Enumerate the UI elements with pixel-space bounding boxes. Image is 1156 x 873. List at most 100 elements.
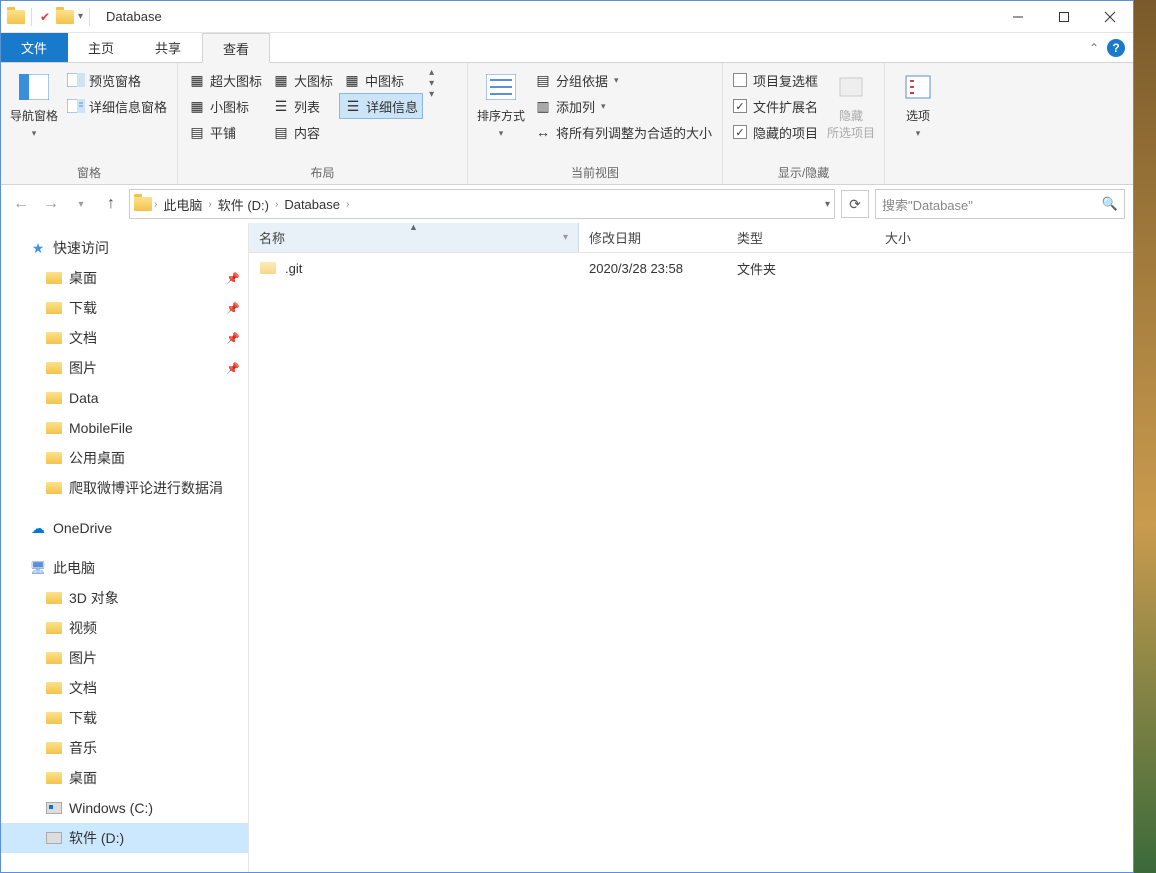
qat-dropdown[interactable]: ▾ (78, 11, 83, 22)
ribbon-group-show-hide: 项目复选框 ✓文件扩展名 ✓隐藏的项目 隐藏 所选项目 显示/隐藏 (723, 63, 885, 184)
back-button[interactable]: ← (9, 192, 33, 216)
search-icon[interactable]: 🔍 (1102, 196, 1118, 212)
drive-icon (46, 802, 62, 814)
label: 名称 (259, 228, 285, 247)
group-icon: ▤ (534, 71, 552, 89)
group-label: 当前视图 (474, 161, 716, 184)
address-dropdown-icon[interactable]: ▾ (825, 199, 830, 210)
add-columns-button[interactable]: ▥添加列▾ (530, 93, 716, 119)
layout-small-icons[interactable]: ▦小图标 (184, 93, 266, 119)
hidden-items-toggle[interactable]: ✓隐藏的项目 (729, 119, 822, 145)
folder-icon (46, 622, 62, 634)
tree-item[interactable]: 软件 (D:) (1, 823, 248, 853)
column-dropdown-icon[interactable]: ▾ (563, 232, 568, 243)
layout-expand-icon[interactable]: ▾ (429, 89, 434, 100)
details-pane-button[interactable]: 详细信息窗格 (63, 93, 171, 119)
group-label: 布局 (184, 161, 461, 184)
layout-content[interactable]: ▤内容 (268, 119, 337, 145)
layout-more-icon[interactable]: ▾ (429, 78, 434, 89)
column-type[interactable]: 类型 (727, 223, 875, 252)
tree-item[interactable]: 下载📌 (1, 293, 248, 323)
tree-item[interactable]: 爬取微博评论进行数据涓 (1, 473, 248, 503)
up-button[interactable]: ↑ (99, 192, 123, 216)
minimize-button[interactable] (995, 1, 1041, 33)
breadcrumb-item[interactable]: Database (280, 197, 344, 212)
options-button[interactable]: 选项 ▾ (891, 67, 945, 143)
tree-item[interactable]: Windows (C:) (1, 793, 248, 823)
breadcrumb-item[interactable]: 此电脑 (159, 195, 206, 214)
label: 预览窗格 (89, 71, 141, 90)
close-button[interactable] (1087, 1, 1133, 33)
tree-item[interactable]: 下载 (1, 703, 248, 733)
chevron-right-icon[interactable]: › (208, 199, 211, 210)
layout-list[interactable]: ☰列表 (268, 93, 337, 119)
forward-button[interactable]: → (39, 192, 63, 216)
file-type: 文件夹 (727, 259, 875, 278)
drive-icon (46, 832, 62, 844)
label: 文档 (69, 328, 97, 348)
tree-item[interactable]: 视频 (1, 613, 248, 643)
group-by-button[interactable]: ▤分组依据▾ (530, 67, 716, 93)
tab-home[interactable]: 主页 (68, 33, 135, 62)
ribbon-group-layout: ▦超大图标 ▦小图标 ▤平铺 ▦大图标 ☰列表 ▤内容 ▦中图标 ☰详细信息 x… (178, 63, 468, 184)
label: 所选项目 (827, 124, 875, 141)
tab-share[interactable]: 共享 (135, 33, 202, 62)
checkmark-icon[interactable]: ✔ (38, 10, 52, 24)
search-input[interactable]: 搜索"Database" 🔍 (875, 189, 1125, 219)
file-ext-toggle[interactable]: ✓文件扩展名 (729, 93, 822, 119)
tree-quick-access[interactable]: ★快速访问 (1, 233, 248, 263)
tree-item[interactable]: 文档📌 (1, 323, 248, 353)
folder-icon (45, 270, 63, 286)
layout-more-icon[interactable]: ▴ (429, 67, 434, 78)
breadcrumb-item[interactable]: 软件 (D:) (214, 195, 273, 214)
chevron-right-icon[interactable]: › (275, 199, 278, 210)
column-size[interactable]: 大小 (875, 223, 995, 252)
folder-icon (45, 360, 63, 376)
tree-item[interactable]: 公用桌面 (1, 443, 248, 473)
tab-view[interactable]: 查看 (202, 33, 270, 63)
ribbon: 导航窗格 ▾ 预览窗格 详细信息窗格 窗格 ▦超大图标 ▦小图标 ▤平铺 ▦大图… (1, 63, 1133, 185)
tree-item[interactable]: Data (1, 383, 248, 413)
column-name[interactable]: 名称 ▲ ▾ (249, 223, 579, 252)
tree-item[interactable]: MobileFile (1, 413, 248, 443)
tab-file[interactable]: 文件 (1, 33, 68, 62)
navigation-tree[interactable]: ★快速访问 桌面📌下载📌文档📌图片📌DataMobileFile公用桌面爬取微博… (1, 223, 249, 872)
item-checkboxes-toggle[interactable]: 项目复选框 (729, 67, 822, 93)
size-columns-button[interactable]: ↔将所有列调整为合适的大小 (530, 119, 716, 145)
tree-item[interactable]: 音乐 (1, 733, 248, 763)
preview-pane-icon (67, 71, 85, 89)
layout-tiles[interactable]: ▤平铺 (184, 119, 266, 145)
collapse-ribbon-icon[interactable]: ⌃ (1089, 41, 1099, 55)
tree-item[interactable]: 图片📌 (1, 353, 248, 383)
cloud-icon: ☁ (29, 520, 47, 536)
layout-large-icons[interactable]: ▦大图标 (268, 67, 337, 93)
tree-onedrive[interactable]: ☁OneDrive (1, 513, 248, 543)
layout-medium-icons[interactable]: ▦中图标 (339, 67, 423, 93)
column-date[interactable]: 修改日期 (579, 223, 727, 252)
tree-item[interactable]: 桌面 (1, 763, 248, 793)
label: 大图标 (294, 71, 333, 90)
help-icon[interactable]: ? (1107, 39, 1125, 57)
layout-details[interactable]: ☰详细信息 (339, 93, 423, 119)
tree-this-pc[interactable]: 🖥此电脑 (1, 553, 248, 583)
label: 隐藏的项目 (753, 123, 818, 142)
preview-pane-button[interactable]: 预览窗格 (63, 67, 171, 93)
refresh-button[interactable]: ⟳ (841, 190, 869, 218)
tree-item[interactable]: 3D 对象 (1, 583, 248, 613)
chevron-right-icon[interactable]: › (154, 199, 157, 210)
recent-dropdown[interactable]: ▾ (69, 192, 93, 216)
label: 修改日期 (589, 228, 641, 247)
maximize-button[interactable] (1041, 1, 1087, 33)
address-bar[interactable]: › 此电脑 › 软件 (D:) › Database › ▾ (129, 189, 835, 219)
file-row[interactable]: .git2020/3/28 23:58文件夹 (249, 253, 1133, 283)
tree-item[interactable]: 文档 (1, 673, 248, 703)
nav-pane-button[interactable]: 导航窗格 ▾ (7, 67, 61, 143)
file-list: 名称 ▲ ▾ 修改日期 类型 大小 .git2020/3/28 23:58文件夹 (249, 223, 1133, 872)
layout-xl-icons[interactable]: ▦超大图标 (184, 67, 266, 93)
sort-by-button[interactable]: 排序方式 ▾ (474, 67, 528, 143)
tree-item[interactable]: 图片 (1, 643, 248, 673)
folder-icon (45, 390, 63, 406)
tree-item[interactable]: 桌面📌 (1, 263, 248, 293)
pin-icon: 📌 (226, 362, 240, 375)
chevron-right-icon[interactable]: › (346, 199, 349, 210)
